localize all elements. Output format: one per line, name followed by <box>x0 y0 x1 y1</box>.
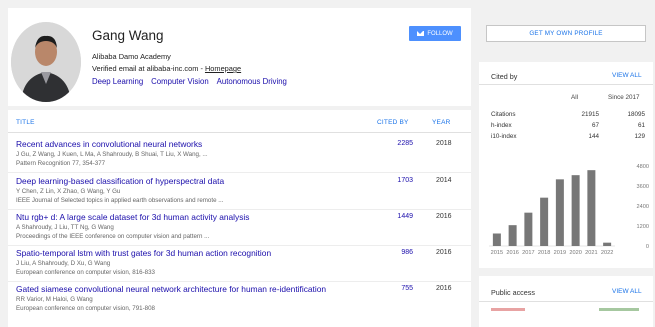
stat-since: 18095 <box>627 111 645 118</box>
cited-by-count-link[interactable]: 1703 <box>383 177 413 184</box>
article-title-link[interactable]: Spatio-temporal lstm with trust gates fo… <box>16 248 271 258</box>
x-tick-label: 2017 <box>522 250 534 256</box>
x-tick-label: 2015 <box>491 250 503 256</box>
x-tick-label: 2020 <box>569 250 581 256</box>
cited-by-count-link[interactable]: 2285 <box>383 140 413 147</box>
avatar <box>11 22 81 102</box>
header-divider <box>8 132 471 133</box>
cited-by-view-all-link[interactable]: VIEW ALL <box>612 72 642 79</box>
column-header-year[interactable]: YEAR <box>432 119 451 126</box>
chart-bar[interactable] <box>492 233 501 247</box>
table-row: Deep learning-based classification of hy… <box>8 173 471 210</box>
y-tick-label: 1200 <box>637 224 649 230</box>
cited-by-title: Cited by <box>491 72 518 81</box>
public-access-panel: Public access VIEW ALL <box>479 276 653 327</box>
profile-affiliation: Alibaba Damo Academy <box>92 52 171 61</box>
article-venue: Proceedings of the IEEE conference on co… <box>16 233 210 240</box>
y-tick-label: 0 <box>646 244 649 250</box>
profile-name: Gang Wang <box>92 28 164 43</box>
email-text: Verified email at alibaba-inc.com - <box>92 64 205 73</box>
article-venue: European conference on computer vision, … <box>16 269 155 276</box>
cited-by-panel: Cited by VIEW ALL All Since 2017 Citatio… <box>479 62 653 268</box>
x-tick-label: 2016 <box>506 250 518 256</box>
scholar-profile-page: Gang Wang Alibaba Damo Academy Verified … <box>0 0 655 327</box>
interest-link[interactable]: Computer Vision <box>151 77 209 86</box>
get-my-own-profile-button[interactable]: GET MY OWN PROFILE <box>486 25 646 42</box>
article-year: 2016 <box>436 249 452 256</box>
chart-bar[interactable] <box>571 175 580 246</box>
stat-since: 61 <box>637 122 645 129</box>
table-row: Gated siamese convolutional neural netwo… <box>8 281 471 318</box>
panel-divider <box>479 84 653 85</box>
stat-all: 21915 <box>581 111 599 118</box>
article-authors: Y Chen, Z Lin, X Zhao, G Wang, Y Gu <box>16 188 121 195</box>
stats-header-since: Since 2017 <box>608 94 640 101</box>
table-row: Recent advances in convolutional neural … <box>8 136 471 173</box>
article-year: 2016 <box>436 285 452 292</box>
interest-link[interactable]: Deep Learning <box>92 77 143 86</box>
stat-since: 129 <box>634 133 645 140</box>
article-year: 2016 <box>436 213 452 220</box>
article-title-link[interactable]: Deep learning-based classification of hy… <box>16 176 224 186</box>
stat-label: Citations <box>491 111 516 118</box>
article-venue: Pattern Recognition 77, 354-377 <box>16 160 106 167</box>
chart-bar[interactable] <box>524 212 533 246</box>
panel-divider <box>479 301 653 302</box>
chart-bar[interactable] <box>540 197 549 246</box>
stat-all: 67 <box>591 122 599 129</box>
profile-email: Verified email at alibaba-inc.com - Home… <box>92 64 241 73</box>
public-access-title: Public access <box>491 288 535 297</box>
y-tick-label: 4800 <box>637 164 649 170</box>
article-authors: RR Varior, M Haloi, G Wang <box>16 296 93 303</box>
article-authors: A Shahroudy, J Liu, TT Ng, G Wang <box>16 224 114 231</box>
follow-label: FOLLOW <box>427 30 453 37</box>
articles-table: TITLE CITED BY YEAR Recent advances in c… <box>8 110 471 327</box>
stat-label: h-index <box>491 122 512 129</box>
y-tick-label: 2400 <box>637 204 649 210</box>
article-venue: IEEE Journal of Selected topics in appli… <box>16 197 224 204</box>
interest-link[interactable]: Autonomous Driving <box>217 77 287 86</box>
chart-bar[interactable] <box>603 242 612 246</box>
envelope-icon <box>417 31 425 36</box>
y-tick-label: 3600 <box>637 184 649 190</box>
chart-bar[interactable] <box>587 170 596 246</box>
x-tick-label: 2019 <box>554 250 566 256</box>
article-authors: J Liu, A Shahroudy, D Xu, G Wang <box>16 260 111 267</box>
table-row: Ntu rgb+ d: A large scale dataset for 3d… <box>8 209 471 246</box>
available-indicator <box>599 308 639 311</box>
cited-by-count-link[interactable]: 755 <box>383 285 413 292</box>
article-title-link[interactable]: Recent advances in convolutional neural … <box>16 139 202 149</box>
article-title-link[interactable]: Ntu rgb+ d: A large scale dataset for 3d… <box>16 212 249 222</box>
column-header-title[interactable]: TITLE <box>16 119 35 126</box>
public-access-view-all-link[interactable]: VIEW ALL <box>612 288 642 295</box>
profile-header: Gang Wang Alibaba Damo Academy Verified … <box>8 8 471 106</box>
stat-label: i10-index <box>491 133 517 140</box>
x-tick-label: 2022 <box>601 250 613 256</box>
article-title-link[interactable]: Gated siamese convolutional neural netwo… <box>16 284 326 294</box>
table-row: Spatio-temporal lstm with trust gates fo… <box>8 245 471 282</box>
article-year: 2018 <box>436 140 452 147</box>
column-header-cited-by[interactable]: CITED BY <box>377 119 409 126</box>
citations-bar-chart: 2015 2016 2017 2018 2019 2020 2021 202201200240… <box>489 164 649 256</box>
cited-by-count-link[interactable]: 986 <box>383 249 413 256</box>
x-tick-label: 2021 <box>585 250 597 256</box>
cited-by-count-link[interactable]: 1449 <box>383 213 413 220</box>
article-year: 2014 <box>436 177 452 184</box>
article-authors: J Gu, Z Wang, J Kuen, L Ma, A Shahroudy,… <box>16 151 208 158</box>
homepage-link[interactable]: Homepage <box>205 64 241 73</box>
chart-bar[interactable] <box>555 179 564 246</box>
article-venue: European conference on computer vision, … <box>16 305 155 312</box>
follow-button[interactable]: FOLLOW <box>409 26 461 41</box>
stats-header-all: All <box>571 94 578 101</box>
x-tick-label: 2018 <box>538 250 550 256</box>
research-interests: Deep Learning Computer Vision Autonomous D… <box>92 77 295 86</box>
chart-bar[interactable] <box>508 225 517 246</box>
not-available-indicator <box>491 308 525 311</box>
stat-all: 144 <box>588 133 599 140</box>
